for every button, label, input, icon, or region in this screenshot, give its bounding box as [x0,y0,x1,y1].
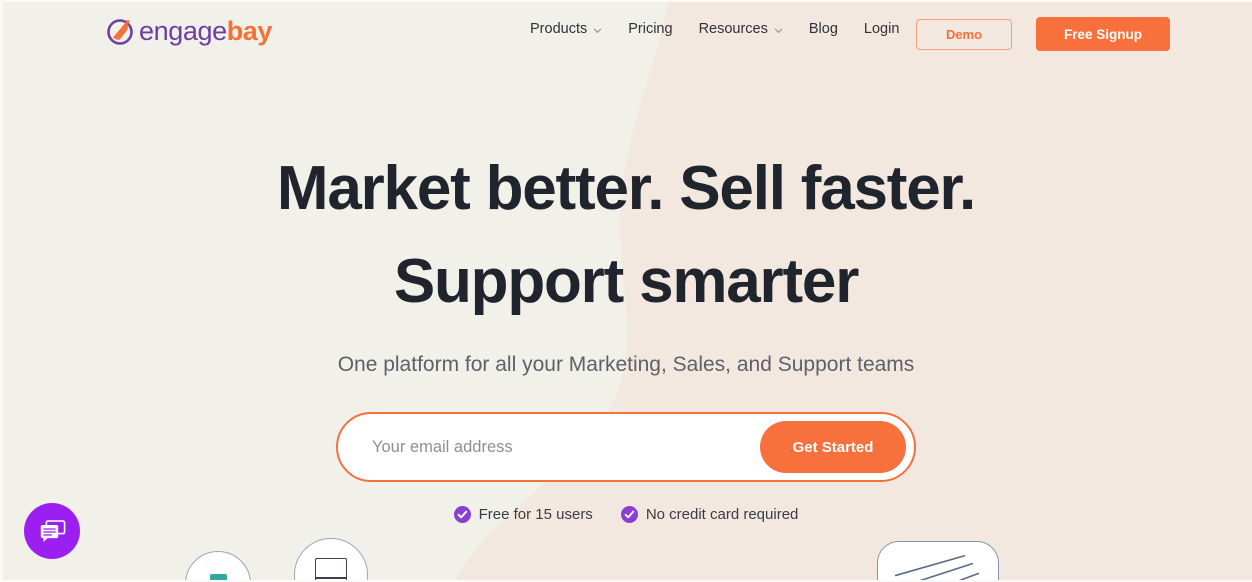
hero-title-line-1: Market better. Sell faster. [276,154,976,223]
site-header: engagebay Products Pricing Resources Blo… [0,0,1252,62]
trust-badge-free-users: Free for 15 users [453,506,593,523]
check-circle-icon [453,506,471,523]
nav-item-resources-label: Resources [698,21,768,37]
chat-widget-button[interactable] [24,503,80,559]
brand-name-secondary: bay [226,16,273,46]
get-started-button[interactable]: Get Started [760,421,906,473]
nav-item-pricing[interactable]: Pricing [628,21,672,37]
nav-item-login-label: Login [863,21,900,37]
trust-badge-no-credit-card: No credit card required [620,506,799,523]
page-root: engagebay Products Pricing Resources Blo… [0,0,1252,582]
trust-badge-no-credit-card-label: No credit card required [645,506,799,523]
check-circle-icon [620,506,638,523]
demo-button[interactable]: Demo [916,18,1012,50]
page-title: Market better. Sell faster. Support smar… [0,142,1252,328]
nav-item-resources[interactable]: Resources [699,21,783,37]
email-input[interactable] [338,414,760,480]
monitor-icon [209,574,227,582]
chevron-down-icon [593,26,602,35]
trust-badges: Free for 15 users No credit card require… [0,506,1252,523]
nav-item-blog-label: Blog [808,21,838,37]
brand-logo[interactable]: engagebay [106,16,272,46]
nav-item-pricing-label: Pricing [628,21,673,37]
engagebay-logo-icon [106,16,136,46]
chat-bubble-icon [39,518,66,545]
brand-wordmark: engagebay [139,16,272,46]
chevron-down-icon [774,26,783,35]
hero-subtitle: One platform for all your Marketing, Sal… [337,353,915,376]
trust-badge-free-users-label: Free for 15 users [478,506,593,523]
nav-item-products[interactable]: Products [530,21,602,37]
brand-name-primary: engage [139,16,227,46]
nav-item-blog[interactable]: Blog [809,21,838,37]
header-actions: Demo Free Signup [916,17,1170,51]
nav-item-login[interactable]: Login [864,21,899,37]
hero-title-line-2: Support smarter [393,247,860,316]
nav-item-products-label: Products [530,21,588,37]
free-signup-button[interactable]: Free Signup [1036,17,1170,51]
main-navigation: Products Pricing Resources Blog Login [530,21,899,37]
email-signup-form: Get Started [336,412,916,482]
illustration-card-right [877,541,999,582]
browser-window-icon [315,558,347,582]
